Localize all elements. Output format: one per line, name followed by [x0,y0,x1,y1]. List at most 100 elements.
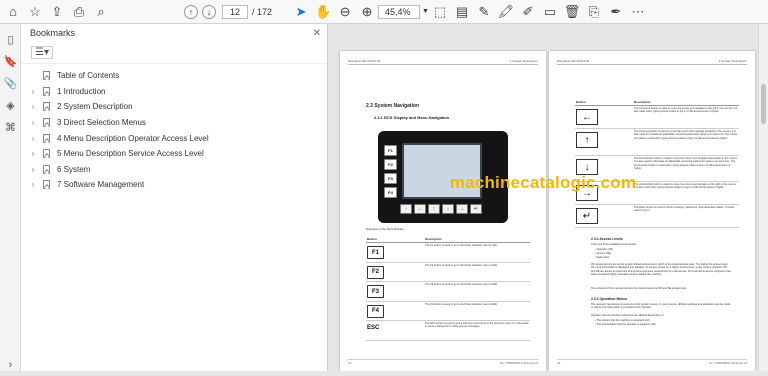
bookmark-label[interactable]: 2 System Description [57,102,133,111]
select-cursor-icon[interactable]: ➤ [290,1,312,23]
page-header: Ecoplaner EF10/SX4-40 2 System Descripti… [557,59,747,65]
display-key-f1: F1 [384,145,397,156]
operation-menus-bullet: • The authorization that the operator is… [595,323,656,326]
bookmark-item[interactable]: › 6 System [21,162,327,178]
header-right: 2 System Description [718,59,747,63]
access-levels-body-2: The contents of this manual concern the … [591,287,687,290]
display-key-enter: ↵ [470,204,482,214]
sign-icon[interactable]: ✒ [605,1,627,23]
watermark-text: machinecatalogic.com [449,173,637,192]
next-page-icon[interactable]: ↓ [202,4,216,19]
chevron-right-icon[interactable]: › [27,118,39,127]
page-navigator: 12 / 172 [222,4,273,19]
vertical-scrollbar[interactable] [758,24,768,371]
display-key-esc: · [400,204,412,214]
key-description: The F4 button is used to go to the Direc… [424,301,530,321]
bookmark-label[interactable]: 4 Menu Description Operator Access Level [57,134,209,143]
footer-doc-number: No. TF80005014 2014-04 v3 [708,361,747,365]
document-page-left: Ecoplaner EF10/SX4-40 2 System Descripti… [340,51,546,371]
hand-tool-icon[interactable]: ✋ [312,1,334,23]
bookmarks-title: Bookmarks [30,28,76,38]
page-header: Ecoplaner EF10/SX4-40 2 System Descripti… [348,59,538,65]
page-footer: 12 No. TF80005014 2014-04 v3 [348,359,538,365]
button-table-right: Button Description ← The Arrow-left butt… [575,99,739,228]
access-level-item: • Service (SE) [595,252,612,255]
comment-icon[interactable]: ✎ [473,1,495,23]
delete-icon[interactable]: 🗑 [561,1,583,23]
arrow-up-icon: ↑ [576,132,598,148]
print-icon[interactable]: ⎙ [68,1,90,23]
bookmark-label[interactable]: 1 Introduction [57,87,105,96]
subsection-title: 2.3.1 RCS Display and Menu Navigation [374,115,450,120]
collapse-panel-icon[interactable]: › [0,354,21,376]
bookmark-item[interactable]: › 5 Menu Description Service Access Leve… [21,146,327,162]
chevron-right-icon[interactable]: › [27,165,39,174]
attachments-icon[interactable]: 📎 [0,72,21,94]
bookmark-item[interactable]: › 3 Direct Selection Menus [21,115,327,131]
page-number-input[interactable]: 12 [222,4,248,19]
scrollbar-thumb[interactable] [761,84,766,124]
zoom-value[interactable]: 45,4% [378,4,421,19]
bookmarks-header: Bookmarks ✕ [21,24,327,42]
chevron-down-icon[interactable]: ▼ [422,8,429,15]
page-footer: 13 No. TF80005014 2014-04 v3 [557,359,747,365]
bookmark-icon [43,86,50,96]
search-icon[interactable]: ⌕ [90,1,112,23]
bookmark-item[interactable]: › 1 Introduction [21,84,327,100]
display-key-right: → [456,204,468,214]
layers-icon[interactable]: ◈ [0,94,21,116]
page-thumbnails-icon[interactable]: ▯ [0,28,21,50]
bookmark-icon [43,149,50,159]
bookmark-list: Table of Contents › 1 Introduction › 2 S… [21,64,327,193]
bookmark-icon [43,102,50,112]
table-row: ↵ The Enter button is used to confirm se… [575,204,739,228]
chevron-right-icon[interactable]: › [27,102,39,111]
document-viewer[interactable]: Ecoplaner EF10/SX4-40 2 System Descripti… [328,24,758,371]
chevron-right-icon[interactable]: › [27,180,39,189]
scroll-mode-icon[interactable]: ▤ [451,1,473,23]
bookmark-label[interactable]: 3 Direct Selection Menus [57,118,146,127]
access-levels-body: OP access level is set as the system def… [591,263,731,277]
bookmark-label[interactable]: 7 Software Management [57,180,144,189]
bookmarks-panel-icon[interactable]: 🔖 [0,50,21,72]
options-menu-icon[interactable]: ☰▾ [31,46,53,59]
display-key-up: ↑ [428,204,440,214]
upload-cloud-icon[interactable]: ⇪ [46,1,68,23]
bookmark-item[interactable]: Table of Contents [21,68,327,84]
operation-menus-body: The operator has access to several contr… [591,303,731,310]
document-page-right: Ecoplaner EF10/SX4-40 2 System Descripti… [549,51,755,371]
key-description: The F3 button is used to go to the Direc… [424,281,530,302]
bookmark-star-icon[interactable]: ☆ [24,1,46,23]
highlight-icon[interactable]: 🖍 [495,1,517,23]
zoom-in-icon[interactable]: ⊕ [356,1,378,23]
home-icon[interactable]: ⌂ [2,1,24,23]
table-row: F1 The F1 button is used to go to the Di… [366,242,530,263]
draw-icon[interactable]: ✐ [517,1,539,23]
access-levels-title: 2.3.2 Access Levels [591,237,623,241]
zoom-selector[interactable]: 45,4% ▼ [378,4,429,19]
stamp-icon[interactable]: ⎘ [583,1,605,23]
bookmark-icon [43,180,50,190]
bookmark-icon [43,118,50,128]
prev-page-icon[interactable]: ↑ [184,4,198,19]
bookmarks-toolbar: ☰▾ [21,42,327,64]
page-total-label: / 172 [252,6,273,17]
bookmark-item[interactable]: › 4 Menu Description Operator Access Lev… [21,130,327,146]
display-key-left: ← [414,204,426,214]
bookmark-item[interactable]: › 2 System Description [21,99,327,115]
key-description: The Arrow-left button is used to move th… [633,105,739,129]
bookmark-label[interactable]: Table of Contents [57,71,119,80]
bookmark-label[interactable]: 5 Menu Description Service Access Level [57,149,204,158]
tags-icon[interactable]: ⌘ [0,116,21,138]
zoom-out-icon[interactable]: ⊖ [334,1,356,23]
chevron-right-icon[interactable]: › [27,149,39,158]
chevron-right-icon[interactable]: › [27,87,39,96]
bookmark-item[interactable]: › 7 Software Management [21,177,327,193]
key-description: The F2 button is used to go to the Direc… [424,262,530,282]
close-icon[interactable]: ✕ [313,28,321,39]
fit-page-icon[interactable]: ⬚ [429,1,451,23]
text-note-icon[interactable]: ▭ [539,1,561,23]
chevron-right-icon[interactable]: › [27,134,39,143]
more-tools-icon[interactable]: ⋯ [627,1,649,23]
bookmark-label[interactable]: 6 System [57,165,90,174]
